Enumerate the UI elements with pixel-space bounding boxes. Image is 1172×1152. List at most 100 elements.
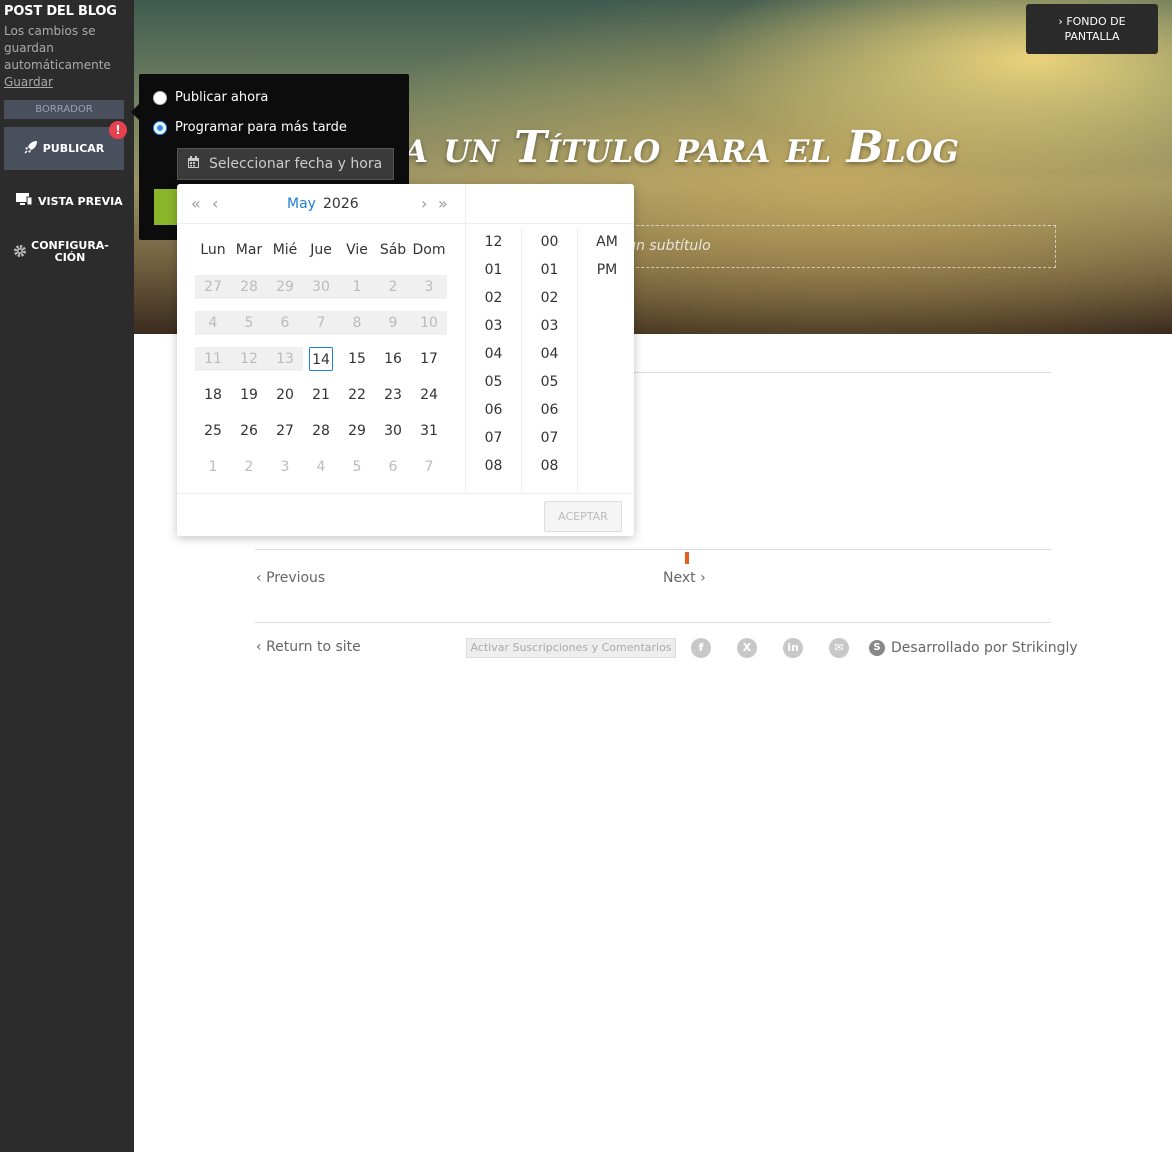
prev-month-icon[interactable]: ‹ (212, 194, 218, 213)
calendar-day[interactable]: 2 (231, 455, 267, 479)
calendar-day[interactable]: 3 (267, 455, 303, 479)
calendar-day[interactable]: 1 (195, 455, 231, 479)
chevron-right-icon: › (1058, 15, 1063, 28)
calendar-day: 11 (195, 347, 231, 371)
calendar-day[interactable]: 24 (411, 383, 447, 407)
picker-footer: ACEPTAR (177, 493, 634, 536)
hour-option[interactable]: 05 (466, 368, 521, 396)
hour-option[interactable]: 01 (466, 256, 521, 284)
calendar-day[interactable]: 20 (267, 383, 303, 407)
minute-option[interactable]: 02 (522, 284, 577, 312)
blog-title[interactable]: a un Título para el Blog (404, 122, 959, 173)
minute-option[interactable]: 04 (522, 340, 577, 368)
gear-icon (13, 244, 27, 261)
meridiem-option[interactable]: AM (579, 228, 635, 256)
hour-option[interactable]: 07 (466, 424, 521, 452)
calendar-day[interactable]: 7 (411, 455, 447, 479)
settings-button[interactable]: CONFIGURA- CIÓN (0, 240, 134, 264)
calendar-day: 1 (339, 275, 375, 299)
calendar-day[interactable]: 5 (339, 455, 375, 479)
publish-button[interactable]: PUBLICAR (4, 127, 124, 170)
alert-badge: ! (109, 121, 127, 139)
calendar-day[interactable]: 23 (375, 383, 411, 407)
return-to-site-link[interactable]: ‹ Return to site (256, 639, 361, 655)
preview-button[interactable]: VISTA PREVIA (0, 192, 134, 210)
previous-post-link[interactable]: ‹ Previous (256, 570, 325, 586)
autosave-status: Los cambios se guardan automáticamente G… (4, 23, 124, 91)
x-icon[interactable]: X (737, 638, 757, 658)
weekday-label: Sáb (379, 242, 407, 258)
monitor-icon (16, 193, 33, 209)
calendar-day-today[interactable]: 14 (309, 347, 333, 371)
calendar-day[interactable]: 29 (339, 419, 375, 443)
schedule-later-option[interactable]: Programar para más tarde (153, 120, 347, 135)
settings-label: CONFIGURA- CIÓN (31, 239, 109, 264)
calendar-day: 7 (303, 311, 339, 335)
activate-subscriptions-button[interactable]: Activar Suscripciones y Comentarios (466, 638, 676, 658)
calendar-day[interactable]: 17 (411, 347, 447, 371)
next-post-link[interactable]: Next › (663, 570, 706, 586)
minute-option[interactable]: 01 (522, 256, 577, 284)
meridiem-option[interactable]: PM (579, 256, 635, 284)
next-month-icon[interactable]: › (421, 194, 427, 213)
linkedin-icon[interactable]: in (783, 638, 803, 658)
calendar-day[interactable]: 19 (231, 383, 267, 407)
calendar-day[interactable]: 22 (339, 383, 375, 407)
hour-option[interactable]: 06 (466, 396, 521, 424)
month-selector[interactable]: May (287, 196, 316, 212)
prev-year-icon[interactable]: « (191, 194, 201, 213)
calendar-day: 9 (375, 311, 411, 335)
radio-publish-now[interactable] (153, 90, 167, 105)
publish-now-option[interactable]: Publicar ahora (153, 90, 268, 105)
hour-option[interactable]: 03 (466, 312, 521, 340)
hour-option[interactable]: 12 (466, 228, 521, 256)
draft-badge: BORRADOR (4, 100, 124, 119)
calendar-day: 30 (303, 275, 339, 299)
calendar-day[interactable]: 18 (195, 383, 231, 407)
minute-option[interactable]: 06 (522, 396, 577, 424)
minute-option[interactable]: 07 (522, 424, 577, 452)
accept-button[interactable]: ACEPTAR (544, 501, 622, 532)
calendar-day[interactable]: 27 (267, 419, 303, 443)
preview-label: VISTA PREVIA (38, 194, 123, 208)
blog-subtitle-field[interactable]: r un subtítulo (616, 225, 1056, 268)
minute-column: 00 01 02 03 04 05 06 07 08 (522, 228, 578, 493)
calendar-day[interactable]: 16 (375, 347, 411, 371)
calendar-day: 2 (375, 275, 411, 299)
date-placeholder: Seleccionar fecha y hora (209, 156, 383, 172)
year-selector[interactable]: 2026 (323, 196, 359, 212)
calendar-day: 8 (339, 311, 375, 335)
calendar-day[interactable]: 6 (375, 455, 411, 479)
calendar-day: 29 (267, 275, 303, 299)
powered-by-text: Desarrollado por Strikingly (891, 640, 1078, 656)
save-link[interactable]: Guardar (4, 75, 53, 89)
publish-label: PUBLICAR (42, 142, 105, 155)
calendar-day[interactable]: 4 (303, 455, 339, 479)
radio-schedule-later[interactable] (153, 120, 167, 135)
date-time-input[interactable]: Seleccionar fecha y hora (177, 148, 394, 180)
email-icon[interactable]: ✉ (829, 638, 849, 658)
calendar-day[interactable]: 28 (303, 419, 339, 443)
minute-option[interactable]: 05 (522, 368, 577, 396)
weekday-label: Dom (412, 242, 446, 258)
next-year-icon[interactable]: » (438, 194, 448, 213)
calendar-day[interactable]: 30 (375, 419, 411, 443)
calendar-day[interactable]: 31 (411, 419, 447, 443)
calendar-icon (188, 156, 199, 172)
powered-by-strikingly[interactable]: S Desarrollado por Strikingly (869, 640, 1078, 656)
background-button[interactable]: › FONDO DE PANTALLA (1026, 4, 1158, 54)
calendar-day[interactable]: 15 (339, 347, 375, 371)
facebook-icon[interactable]: f (691, 638, 711, 658)
calendar-day[interactable]: 25 (195, 419, 231, 443)
calendar-day[interactable]: 26 (231, 419, 267, 443)
chevron-right-icon: › (700, 570, 706, 586)
calendar-day[interactable]: 21 (303, 383, 339, 407)
hour-option[interactable]: 02 (466, 284, 521, 312)
minute-option[interactable]: 03 (522, 312, 577, 340)
hour-option[interactable]: 04 (466, 340, 521, 368)
calendar-day: 10 (411, 311, 447, 335)
minute-option[interactable]: 00 (522, 228, 577, 256)
date-time-picker: « ‹ May 2026 › » 12 01 02 03 04 05 06 07 08 00 01… (177, 184, 634, 536)
minute-option[interactable]: 08 (522, 452, 577, 480)
hour-option[interactable]: 08 (466, 452, 521, 480)
